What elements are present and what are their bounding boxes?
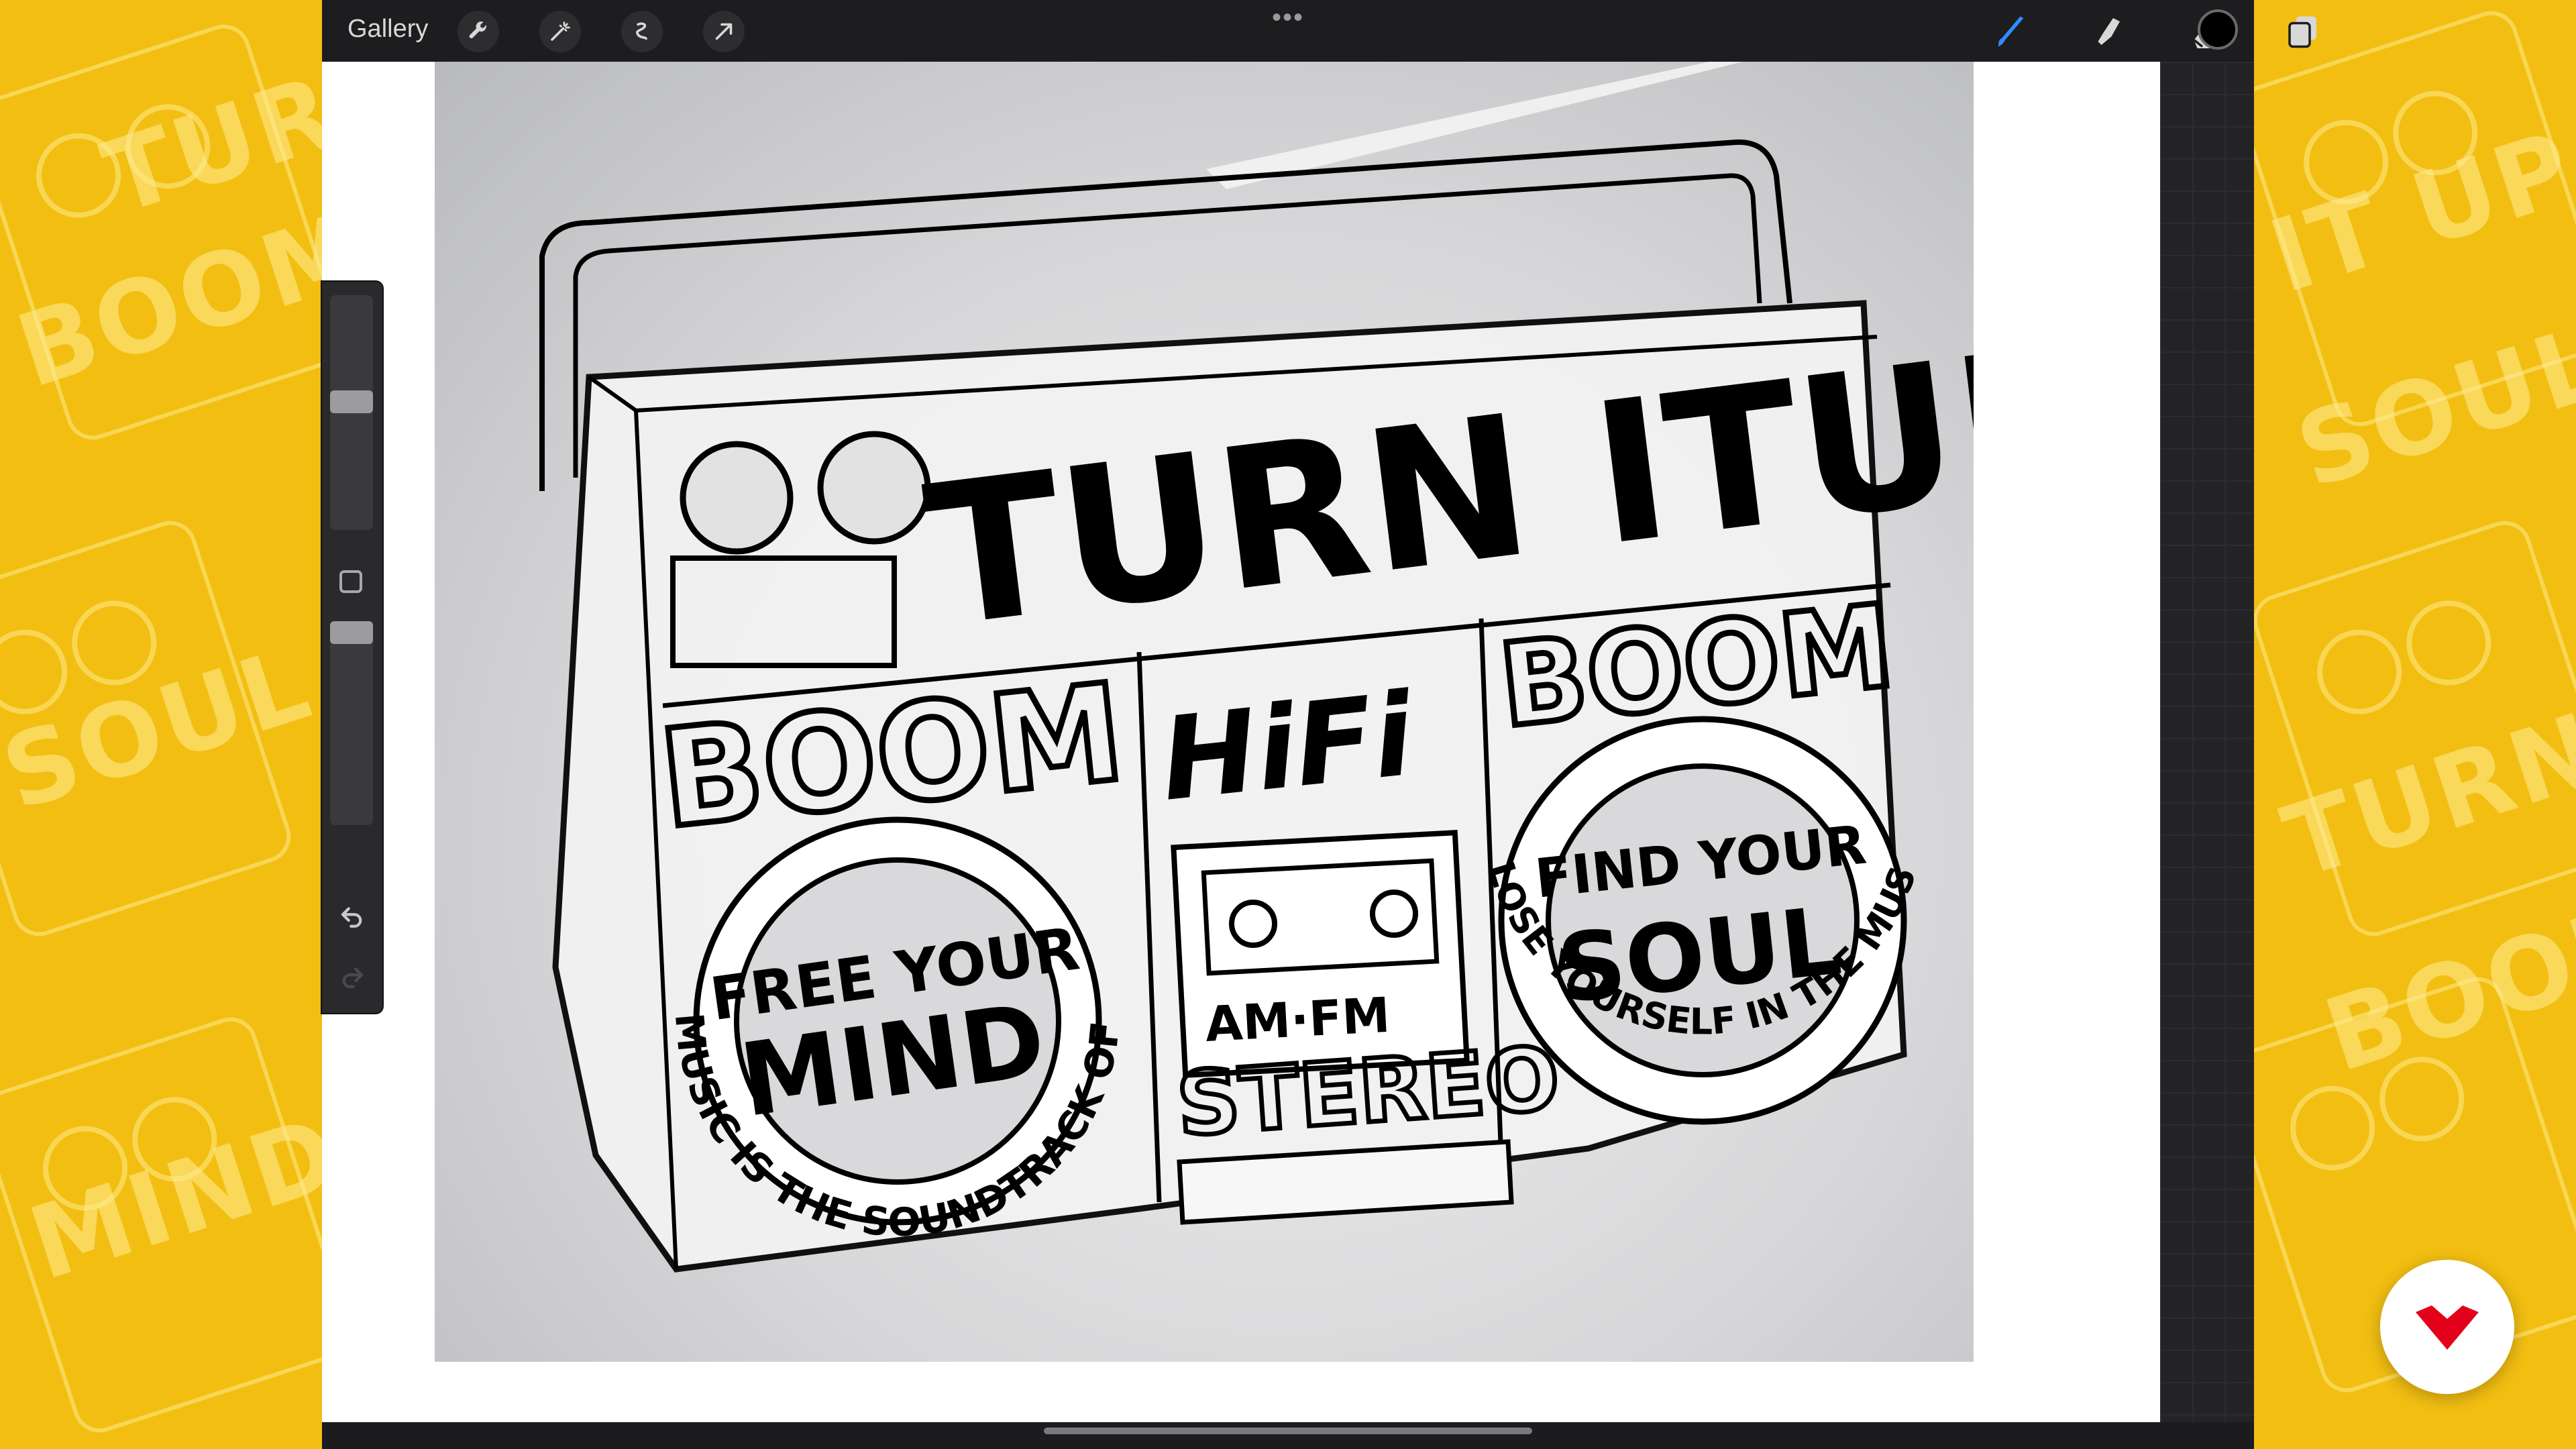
opacity-slider[interactable] [330,624,373,825]
domestika-badge [2380,1260,2514,1394]
left-sidebar [322,282,382,1013]
top-toolbar: Gallery ••• [322,0,2316,62]
hifi-text: HiFi [1155,668,1421,826]
gallery-button[interactable]: Gallery [347,15,428,44]
redo-icon[interactable] [335,959,369,993]
wrench-icon[interactable] [458,11,499,52]
modifier-button[interactable] [339,570,362,593]
transform-arrow-icon[interactable] [703,11,745,52]
boombox-drawing: TURN ITUP BOOM BOOM HiFi FREE YOUR MIND [435,62,1974,1273]
color-picker-button[interactable] [2198,9,2238,50]
more-options-button[interactable]: ••• [1261,3,1315,32]
home-indicator [1044,1428,1532,1434]
brush-icon[interactable] [1990,9,2034,54]
selection-icon[interactable] [621,11,663,52]
magic-wand-icon[interactable] [539,11,581,52]
canvas-paper[interactable]: TURN ITUP BOOM BOOM HiFi FREE YOUR MIND [322,62,2160,1422]
smudge-icon[interactable] [2088,9,2132,54]
domestika-logo-icon [2416,1305,2479,1350]
canvas-background-grid [2160,62,2254,1422]
undo-icon[interactable] [335,899,369,932]
canvas-area[interactable]: TURN ITUP BOOM BOOM HiFi FREE YOUR MIND [322,62,2254,1422]
procreate-window: Gallery ••• TURN ITUP BOOM BOOM HiFi FRE… [322,0,2316,1449]
opacity-thumb[interactable] [330,621,373,645]
artwork-canvas[interactable]: TURN ITUP BOOM BOOM HiFi FREE YOUR MIND [435,62,1974,1362]
brush-size-thumb[interactable] [330,390,373,414]
layers-icon[interactable] [2281,9,2325,54]
